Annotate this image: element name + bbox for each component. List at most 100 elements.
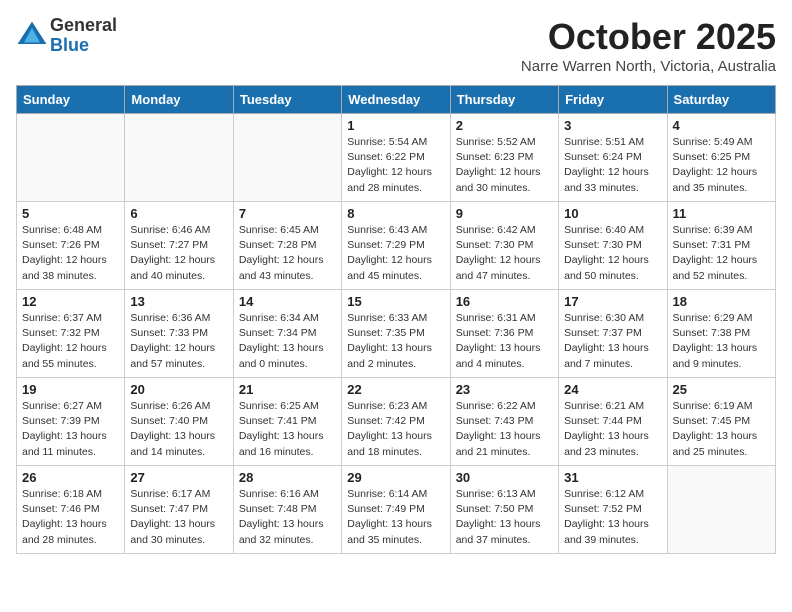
weekday-header: Thursday — [450, 86, 558, 114]
day-info: Sunrise: 5:49 AM Sunset: 6:25 PM Dayligh… — [673, 135, 770, 196]
day-info: Sunrise: 6:31 AM Sunset: 7:36 PM Dayligh… — [456, 311, 553, 372]
calendar-cell — [667, 466, 775, 554]
day-info: Sunrise: 6:26 AM Sunset: 7:40 PM Dayligh… — [130, 399, 227, 460]
calendar-cell: 15 Sunrise: 6:33 AM Sunset: 7:35 PM Dayli… — [342, 290, 450, 378]
calendar-cell: 22Sunrise: 6:23 AM Sunset: 7:42 PM Dayli… — [342, 378, 450, 466]
day-number: 18 — [673, 294, 770, 309]
day-number: 26 — [22, 470, 119, 485]
calendar-cell: 23 Sunrise: 6:22 AM Sunset: 7:43 PM Dayli… — [450, 378, 558, 466]
day-number: 19 — [22, 382, 119, 397]
day-info: Sunrise: 6:13 AM Sunset: 7:50 PM Dayligh… — [456, 487, 553, 548]
calendar-cell: 26 Sunrise: 6:18 AM Sunset: 7:46 PM Dayli… — [17, 466, 125, 554]
day-number: 2 — [456, 118, 553, 133]
day-number: 17 — [564, 294, 661, 309]
day-number: 9 — [456, 206, 553, 221]
day-info: Sunrise: 6:25 AM Sunset: 7:41 PM Dayligh… — [239, 399, 336, 460]
day-info: Sunrise: 6:36 AM Sunset: 7:33 PM Dayligh… — [130, 311, 227, 372]
day-number: 12 — [22, 294, 119, 309]
calendar-cell: 18 Sunrise: 6:29 AM Sunset: 7:38 PM Dayli… — [667, 290, 775, 378]
calendar-cell: 27 Sunrise: 6:17 AM Sunset: 7:47 PM Dayli… — [125, 466, 233, 554]
day-number: 14 — [239, 294, 336, 309]
calendar-cell: 16 Sunrise: 6:31 AM Sunset: 7:36 PM Dayli… — [450, 290, 558, 378]
day-number: 31 — [564, 470, 661, 485]
calendar-cell: 29 Sunrise: 6:14 AM Sunset: 7:49 PM Dayli… — [342, 466, 450, 554]
day-number: 3 — [564, 118, 661, 133]
day-info: Sunrise: 6:14 AM Sunset: 7:49 PM Dayligh… — [347, 487, 444, 548]
day-number: 6 — [130, 206, 227, 221]
day-info: Sunrise: 6:17 AM Sunset: 7:47 PM Dayligh… — [130, 487, 227, 548]
header: General Blue October 2025 Narre Warren N… — [16, 16, 776, 75]
logo-general: General — [50, 16, 117, 36]
day-info: Sunrise: 6:19 AM Sunset: 7:45 PM Dayligh… — [673, 399, 770, 460]
calendar-cell: 24Sunrise: 6:21 AM Sunset: 7:44 PM Dayli… — [559, 378, 667, 466]
day-info: Sunrise: 6:23 AM Sunset: 7:42 PM Dayligh… — [347, 399, 444, 460]
day-info: Sunrise: 6:34 AM Sunset: 7:34 PM Dayligh… — [239, 311, 336, 372]
calendar-week-row: 26 Sunrise: 6:18 AM Sunset: 7:46 PM Dayli… — [17, 466, 776, 554]
day-info: Sunrise: 6:21 AM Sunset: 7:44 PM Dayligh… — [564, 399, 661, 460]
day-number: 7 — [239, 206, 336, 221]
calendar-cell: 20Sunrise: 6:26 AM Sunset: 7:40 PM Dayli… — [125, 378, 233, 466]
day-info: Sunrise: 5:54 AM Sunset: 6:22 PM Dayligh… — [347, 135, 444, 196]
day-info: Sunrise: 6:48 AM Sunset: 7:26 PM Dayligh… — [22, 223, 119, 284]
calendar-table: SundayMondayTuesdayWednesdayThursdayFrid… — [16, 85, 776, 554]
day-info: Sunrise: 6:12 AM Sunset: 7:52 PM Dayligh… — [564, 487, 661, 548]
day-number: 29 — [347, 470, 444, 485]
logo: General Blue — [16, 16, 117, 56]
day-number: 1 — [347, 118, 444, 133]
day-number: 23 — [456, 382, 553, 397]
day-info: Sunrise: 6:33 AM Sunset: 7:35 PM Dayligh… — [347, 311, 444, 372]
calendar-cell: 4Sunrise: 5:49 AM Sunset: 6:25 PM Daylig… — [667, 114, 775, 202]
calendar-cell: 6Sunrise: 6:46 AM Sunset: 7:27 PM Daylig… — [125, 202, 233, 290]
location: Narre Warren North, Victoria, Australia — [521, 58, 776, 75]
calendar-cell — [17, 114, 125, 202]
day-info: Sunrise: 5:52 AM Sunset: 6:23 PM Dayligh… — [456, 135, 553, 196]
logo-blue: Blue — [50, 36, 117, 56]
calendar-cell — [233, 114, 341, 202]
logo-icon — [16, 20, 48, 52]
day-info: Sunrise: 6:30 AM Sunset: 7:37 PM Dayligh… — [564, 311, 661, 372]
weekday-header: Tuesday — [233, 86, 341, 114]
day-number: 16 — [456, 294, 553, 309]
day-info: Sunrise: 6:29 AM Sunset: 7:38 PM Dayligh… — [673, 311, 770, 372]
calendar-cell: 1 Sunrise: 5:54 AM Sunset: 6:22 PM Daylig… — [342, 114, 450, 202]
calendar-cell: 10 Sunrise: 6:40 AM Sunset: 7:30 PM Dayli… — [559, 202, 667, 290]
weekday-header: Wednesday — [342, 86, 450, 114]
logo-text: General Blue — [50, 16, 117, 56]
day-number: 21 — [239, 382, 336, 397]
day-info: Sunrise: 6:42 AM Sunset: 7:30 PM Dayligh… — [456, 223, 553, 284]
calendar-body: 1 Sunrise: 5:54 AM Sunset: 6:22 PM Daylig… — [17, 114, 776, 554]
calendar-header-row: SundayMondayTuesdayWednesdayThursdayFrid… — [17, 86, 776, 114]
day-info: Sunrise: 6:22 AM Sunset: 7:43 PM Dayligh… — [456, 399, 553, 460]
day-info: Sunrise: 6:39 AM Sunset: 7:31 PM Dayligh… — [673, 223, 770, 284]
calendar-cell: 14 Sunrise: 6:34 AM Sunset: 7:34 PM Dayli… — [233, 290, 341, 378]
calendar-cell: 25 Sunrise: 6:19 AM Sunset: 7:45 PM Dayli… — [667, 378, 775, 466]
calendar-cell: 11Sunrise: 6:39 AM Sunset: 7:31 PM Dayli… — [667, 202, 775, 290]
calendar-cell: 31 Sunrise: 6:12 AM Sunset: 7:52 PM Dayli… — [559, 466, 667, 554]
calendar-cell: 17 Sunrise: 6:30 AM Sunset: 7:37 PM Dayli… — [559, 290, 667, 378]
day-info: Sunrise: 6:45 AM Sunset: 7:28 PM Dayligh… — [239, 223, 336, 284]
day-info: Sunrise: 6:37 AM Sunset: 7:32 PM Dayligh… — [22, 311, 119, 372]
day-number: 27 — [130, 470, 227, 485]
weekday-header: Saturday — [667, 86, 775, 114]
day-info: Sunrise: 6:18 AM Sunset: 7:46 PM Dayligh… — [22, 487, 119, 548]
weekday-header: Sunday — [17, 86, 125, 114]
calendar-cell: 7 Sunrise: 6:45 AM Sunset: 7:28 PM Daylig… — [233, 202, 341, 290]
calendar-week-row: 5Sunrise: 6:48 AM Sunset: 7:26 PM Daylig… — [17, 202, 776, 290]
title-block: October 2025 Narre Warren North, Victori… — [521, 16, 776, 75]
calendar-week-row: 19Sunrise: 6:27 AM Sunset: 7:39 PM Dayli… — [17, 378, 776, 466]
calendar-cell: 3 Sunrise: 5:51 AM Sunset: 6:24 PM Daylig… — [559, 114, 667, 202]
calendar-cell: 12 Sunrise: 6:37 AM Sunset: 7:32 PM Dayli… — [17, 290, 125, 378]
calendar-cell: 21 Sunrise: 6:25 AM Sunset: 7:41 PM Dayli… — [233, 378, 341, 466]
day-number: 8 — [347, 206, 444, 221]
day-info: Sunrise: 5:51 AM Sunset: 6:24 PM Dayligh… — [564, 135, 661, 196]
calendar-cell: 28Sunrise: 6:16 AM Sunset: 7:48 PM Dayli… — [233, 466, 341, 554]
calendar-cell: 8Sunrise: 6:43 AM Sunset: 7:29 PM Daylig… — [342, 202, 450, 290]
weekday-header: Friday — [559, 86, 667, 114]
day-number: 10 — [564, 206, 661, 221]
day-number: 25 — [673, 382, 770, 397]
day-info: Sunrise: 6:40 AM Sunset: 7:30 PM Dayligh… — [564, 223, 661, 284]
day-number: 15 — [347, 294, 444, 309]
day-number: 13 — [130, 294, 227, 309]
day-number: 28 — [239, 470, 336, 485]
calendar-cell: 5Sunrise: 6:48 AM Sunset: 7:26 PM Daylig… — [17, 202, 125, 290]
